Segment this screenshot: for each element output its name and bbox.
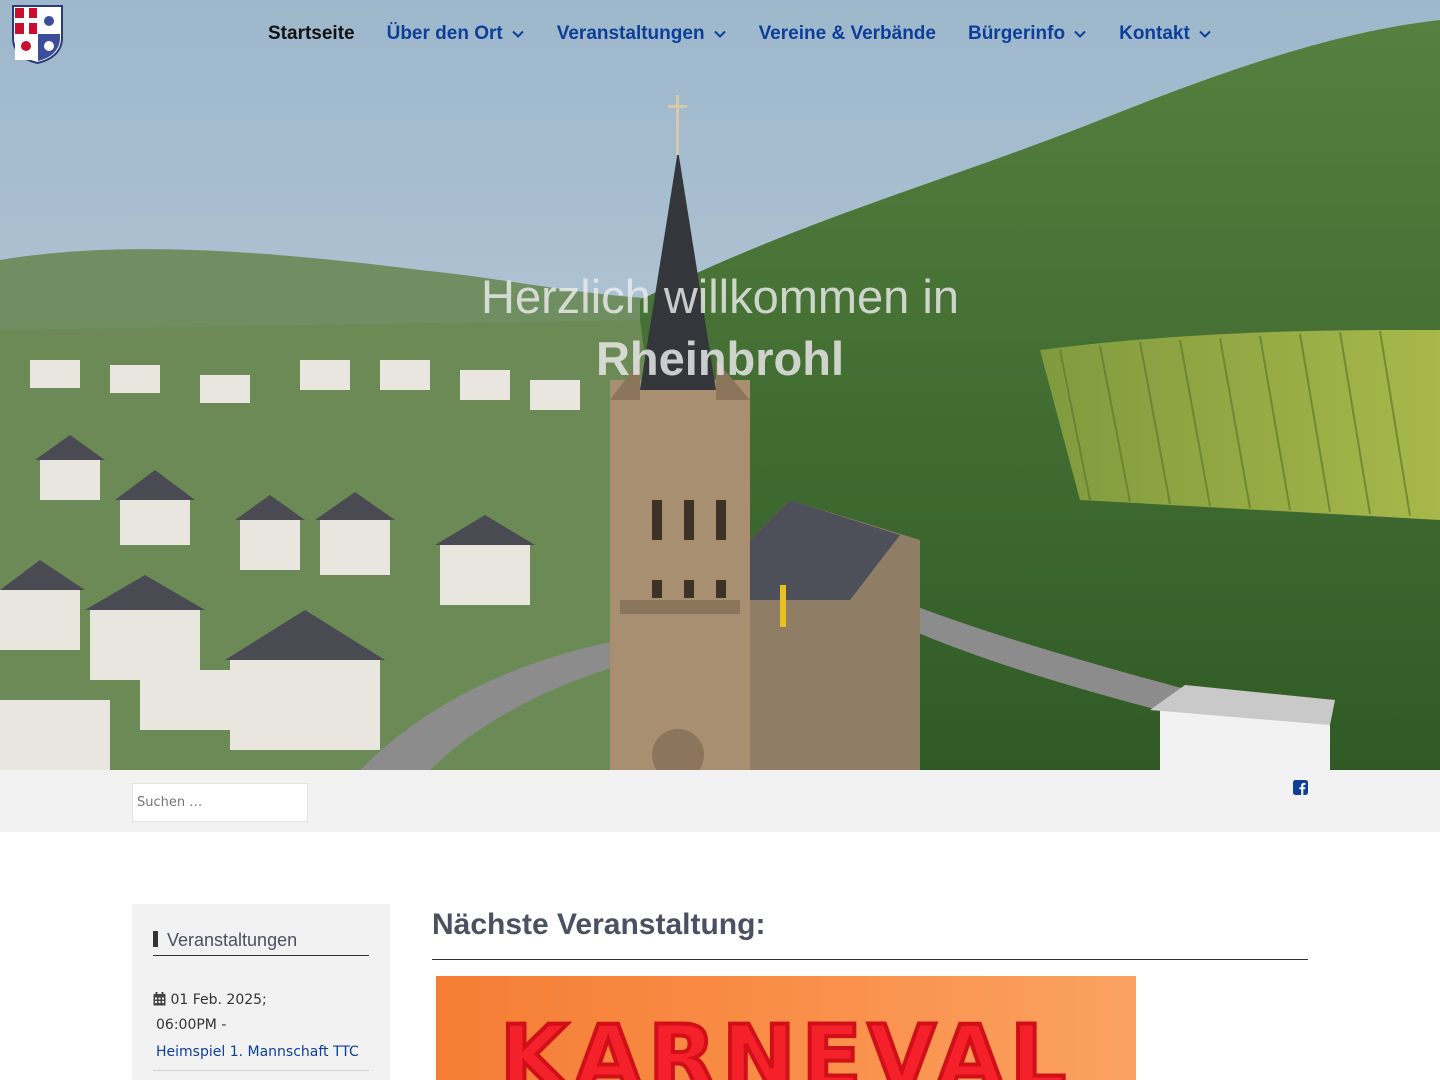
event-poster-image[interactable]: KARNEVAL xyxy=(436,976,1136,1080)
chevron-down-icon xyxy=(1199,30,1211,38)
nav-startseite[interactable]: Startseite xyxy=(252,18,371,50)
nav-vereine-verbaende[interactable]: Vereine & Verbände xyxy=(743,18,952,50)
events-sidebar: Veranstaltungen 01 Feb. 2025; 06:00PM - … xyxy=(132,904,390,1080)
coat-of-arms-logo[interactable] xyxy=(11,4,64,64)
nav-label: Über den Ort xyxy=(386,23,503,44)
chevron-down-icon xyxy=(1074,30,1086,38)
chevron-down-icon xyxy=(713,30,726,38)
nav-ueber-den-ort[interactable]: Über den Ort xyxy=(371,18,541,50)
facebook-icon[interactable] xyxy=(1293,780,1308,795)
chevron-down-icon xyxy=(512,30,524,38)
nav-label: Bürgerinfo xyxy=(967,23,1066,44)
hero-heading-line2: Rheinbrohl xyxy=(595,332,845,385)
event-time-dash: - xyxy=(221,1017,227,1033)
event-datetime: 01 Feb. 2025; xyxy=(153,988,369,1013)
nav-label: Veranstaltungen xyxy=(556,23,705,44)
event-divider xyxy=(153,1070,369,1071)
nav-label: Vereine & Verbände xyxy=(758,23,936,44)
main-navigation: Startseite Über den Ort Veranstaltungen … xyxy=(252,18,1228,50)
nav-label: Startseite xyxy=(268,23,355,44)
hero-heading-line1: Herzlich willkommen in xyxy=(481,270,959,323)
event-date: 01 Feb. 2025 xyxy=(170,992,263,1008)
event-date-separator: ; xyxy=(262,992,267,1008)
nav-veranstaltungen[interactable]: Veranstaltungen xyxy=(541,18,743,50)
poster-headline: KARNEVAL xyxy=(498,1004,1073,1080)
hero-banner: Startseite Über den Ort Veranstaltungen … xyxy=(0,0,1440,770)
event-item: 01 Feb. 2025; 06:00PM - Heimspiel 1. Man… xyxy=(153,988,369,1066)
event-time: 06:00PM xyxy=(156,1017,217,1033)
calendar-icon xyxy=(153,992,166,1006)
hero-heading: Herzlich willkommen in Rheinbrohl xyxy=(0,266,1440,390)
nav-kontakt[interactable]: Kontakt xyxy=(1103,18,1228,50)
event-time-row: 06:00PM - xyxy=(153,1013,369,1038)
sidebar-title: Veranstaltungen xyxy=(153,930,369,956)
search-bar-strip xyxy=(0,770,1440,832)
nav-label: Kontakt xyxy=(1119,23,1190,44)
search-input[interactable] xyxy=(132,783,308,822)
event-title-link[interactable]: Heimspiel 1. Mannschaft TTC xyxy=(153,1038,369,1066)
nav-buergerinfo[interactable]: Bürgerinfo xyxy=(952,18,1103,50)
next-event-heading: Nächste Veranstaltung: xyxy=(432,904,1308,960)
